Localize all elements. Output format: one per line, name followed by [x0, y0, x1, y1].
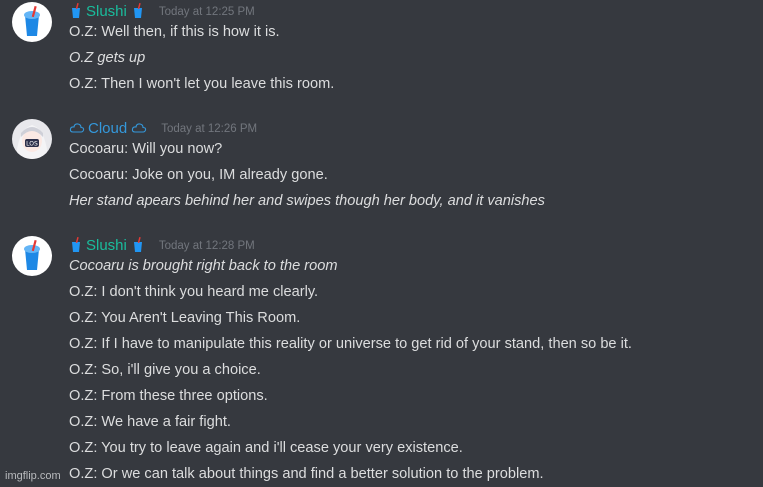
watermark: imgflip.com [5, 470, 61, 482]
message-line: O.Z gets up [69, 50, 146, 66]
message-line: Cocoaru is brought right back to the roo… [69, 258, 338, 274]
avatar[interactable] [12, 2, 52, 42]
slushie-cup-icon [72, 3, 80, 18]
message-line: Her stand apears behind her and swipes t… [69, 193, 545, 209]
message-line: O.Z: Or we can talk about things and fin… [69, 466, 544, 482]
slushie-cup-icon [133, 3, 142, 18]
message-timestamp[interactable]: Today at 12:28 PM [159, 240, 255, 252]
username[interactable]: Slushi [86, 3, 127, 20]
message-line: O.Z: So, i'll give you a choice. [69, 362, 261, 378]
message-header: Slushi Today at 12:25 PM [69, 1, 255, 21]
message-line: O.Z: We have a fair fight. [69, 414, 231, 430]
message-header: Slushi Today at 12:28 PM [69, 235, 255, 255]
slushie-cup-icon [133, 237, 142, 252]
message-line: O.Z: You Aren't Leaving This Room. [69, 310, 301, 326]
message-line: O.Z: Well then, if this is how it is. [69, 24, 280, 40]
anime-character-avatar-icon: LOS [12, 119, 52, 159]
message-line: Cocoaru: Joke on you, IM already gone. [69, 167, 328, 183]
avatar[interactable] [12, 236, 52, 276]
svg-text:LOS: LOS [26, 141, 38, 148]
cloud-outline-icon [132, 123, 147, 133]
message-line: O.Z: I don't think you heard me clearly. [69, 284, 319, 300]
message-header: Cloud Today at 12:26 PM [69, 118, 257, 138]
message-timestamp[interactable]: Today at 12:25 PM [159, 6, 255, 18]
avatar[interactable]: LOS [12, 119, 52, 159]
message-timestamp[interactable]: Today at 12:26 PM [161, 123, 257, 135]
cloud-outline-icon [69, 123, 85, 133]
username[interactable]: Cloud [88, 120, 127, 137]
message-line: O.Z: If I have to manipulate this realit… [69, 336, 632, 352]
message-line: O.Z: Then I won't let you leave this roo… [69, 76, 335, 92]
message-line: O.Z: You try to leave again and i'll cea… [69, 440, 463, 456]
message-line: Cocoaru: Will you now? [69, 141, 223, 157]
slushie-avatar-icon [12, 2, 52, 42]
username[interactable]: Slushi [86, 237, 127, 254]
slushie-cup-icon [72, 237, 80, 252]
slushie-avatar-icon [12, 236, 52, 276]
message-line: O.Z: From these three options. [69, 388, 268, 404]
